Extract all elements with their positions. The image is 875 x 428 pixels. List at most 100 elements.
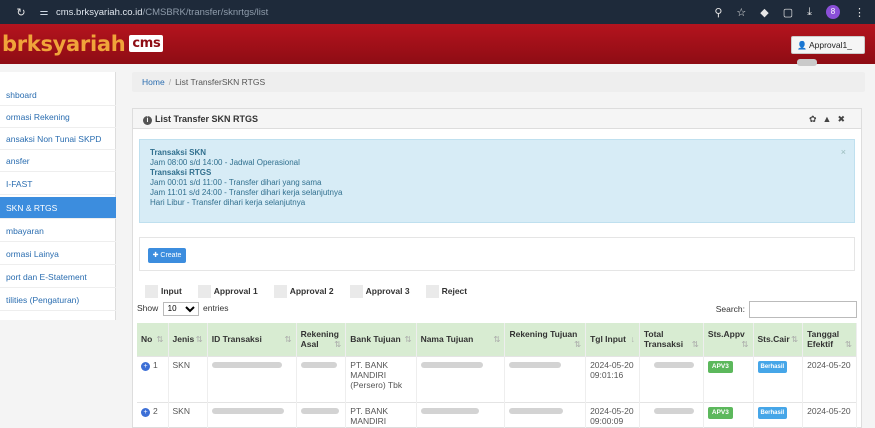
column-header-bank-tujuan[interactable]: Bank Tujuan ⇅ (345, 323, 417, 356)
sort-icon: ⇅ (195, 334, 203, 345)
alert-rtgs-title: Transaksi RTGS (150, 168, 212, 177)
cell-bank-tujuan: PT. BANK MANDIRI (Persero) Tbk (345, 401, 417, 428)
create-button[interactable]: ✚ Create (148, 248, 186, 263)
cell-rekening-tujuan (504, 401, 587, 428)
sidebar-item-dashboard[interactable]: shboard (0, 84, 116, 106)
cell-nama-tujuan (416, 401, 506, 428)
legend-label-approval-3: Approval 3 (365, 286, 410, 296)
status-badge-cair: Berhasil (757, 360, 788, 373)
show-label: Show (137, 303, 159, 313)
list-panel: i List Transfer SKN RTGS ✿▲✖ × Transaksi … (132, 108, 862, 428)
column-header-total-transaksi[interactable]: Total Transaksi ⇅ (639, 323, 704, 356)
sidebar-item-informasi-rekening[interactable]: ormasi Rekening (0, 106, 116, 128)
sort-icon: ⇅ (844, 339, 852, 350)
status-badge-appv: APV3 (707, 360, 733, 373)
cell-total-transaksi (639, 401, 704, 428)
address-bar[interactable]: cms.brksyariah.co.id/CMSBRK/transfer/skn… (56, 7, 268, 18)
alert-skn-line: Jam 08:00 s/d 14:00 - Jadwal Operasional (150, 158, 300, 167)
sort-icon: ⇅ (691, 339, 699, 350)
page-length-select[interactable]: 10 (162, 301, 199, 316)
extension-icon[interactable]: ◆ (760, 6, 768, 19)
menu-kebab-icon[interactable]: ⋮ (854, 6, 865, 19)
site-settings-icon[interactable]: ⚌ (36, 7, 52, 18)
expand-row-icon[interactable]: + (141, 407, 150, 417)
cell-jenis: SKN (168, 355, 208, 402)
brand-logo[interactable]: brksyariah cms (2, 32, 164, 56)
cell-rekening-asal (296, 355, 347, 402)
breadcrumb-home[interactable]: Home (142, 77, 165, 87)
info-alert: × Transaksi SKN Jam 08:00 s/d 14:00 - Ja… (139, 139, 855, 223)
browser-actions: ⚲ ☆ ◆ ▢ ⤓ 8 ⋮ (714, 0, 865, 24)
create-button-label: Create (160, 252, 182, 259)
create-toolbar: ✚ Create (139, 237, 855, 271)
user-icon: 👤 (797, 41, 807, 50)
sidebar-item-transaksi-non-tunai-skpd[interactable]: ansaksi Non Tunai SKPD (0, 128, 116, 150)
masked-value (211, 361, 282, 368)
legend-label-input: Input (161, 286, 182, 296)
sort-icon: ⇅ (741, 339, 749, 350)
entries-label: entries (203, 303, 229, 313)
sidebar-item-pembayaran[interactable]: mbayaran (0, 220, 116, 242)
cell-no: +2 (137, 401, 169, 428)
sort-desc-icon: ↓ (630, 334, 635, 345)
column-header-no[interactable]: No ⇅ (137, 323, 169, 356)
sidebar-item-utilities[interactable]: tilities (Pengaturan) (0, 289, 116, 311)
download-icon[interactable]: ⤓ (807, 6, 812, 19)
masked-value (509, 361, 562, 368)
browser-toolbar: ↻ ⚌ cms.brksyariah.co.id/CMSBRK/transfer… (0, 0, 875, 24)
column-header-tanggal-efektif[interactable]: Tanggal Efektif ⇅ (802, 323, 857, 356)
cell-jenis: SKN (168, 401, 208, 428)
reload-icon[interactable]: ↻ (12, 6, 30, 19)
column-header-nama-tujuan[interactable]: Nama Tujuan ⇅ (416, 323, 506, 356)
search-label: Search: (715, 304, 745, 314)
row-number: 2 (153, 405, 158, 416)
transfer-table: No ⇅ Jenis ⇅ ID Transaksi ⇅ Rekening Asa… (137, 323, 857, 428)
bookmark-star-icon[interactable]: ☆ (736, 6, 746, 19)
sidebar-item-report-e-statement[interactable]: port dan E-Statement (0, 266, 116, 288)
column-header-sts-appv[interactable]: Sts.Appv ⇅ (703, 323, 754, 356)
header-label: Sts.Cair (757, 334, 790, 345)
sidebar: shboard ormasi Rekening ansaksi Non Tuna… (0, 72, 116, 320)
sidebar-item-skn-rtgs[interactable]: SKN & RTGS (0, 197, 116, 219)
header-label: Rekening Tujuan (509, 329, 578, 340)
masked-username (797, 59, 817, 67)
sidebar-item-bi-fast[interactable]: I-FAST (0, 173, 116, 195)
sort-icon: ⇅ (791, 334, 799, 345)
header-label: Jenis (172, 334, 195, 345)
column-header-tgl-input[interactable]: Tgl Input ↓ (585, 323, 640, 356)
profile-avatar[interactable]: 8 (826, 5, 840, 19)
expand-row-icon[interactable]: + (141, 361, 150, 371)
column-header-rekening-tujuan[interactable]: Rekening Tujuan ⇅ (504, 323, 587, 356)
masked-value (509, 407, 564, 414)
search-input[interactable] (749, 301, 857, 319)
panel-close-icon[interactable]: ✖ (837, 114, 851, 124)
column-header-rekening-asal[interactable]: Rekening Asal ⇅ (296, 323, 347, 356)
info-icon: i (143, 116, 152, 125)
column-header-jenis[interactable]: Jenis ⇅ (168, 323, 208, 356)
column-header-sts-cair[interactable]: Sts.Cair ⇅ (753, 323, 804, 356)
breadcrumb-separator: / (168, 77, 172, 87)
row-number: 1 (153, 359, 158, 370)
header-label: Tgl Input (590, 334, 626, 345)
sidebar-item-informasi-lainya[interactable]: ormasi Lainya (0, 243, 116, 265)
header-label: ID Transaksi (211, 334, 262, 345)
table-header-row: No ⇅ Jenis ⇅ ID Transaksi ⇅ Rekening Asa… (137, 323, 857, 356)
cell-tgl-input: 2024-05-20 09:01:16 (585, 355, 640, 402)
legend-label-approval-2: Approval 2 (289, 286, 334, 296)
tab-icon[interactable]: ▢ (783, 6, 793, 19)
cell-total-transaksi (639, 355, 704, 402)
sort-icon: ⇅ (284, 334, 292, 345)
column-header-id-transaksi[interactable]: ID Transaksi ⇅ (207, 323, 297, 356)
sidebar-item-transfer[interactable]: ansfer (0, 150, 116, 172)
settings-gear-icon[interactable]: ✿ (809, 114, 823, 124)
alert-close-icon[interactable]: × (841, 147, 846, 157)
collapse-chevron-icon[interactable]: ▲ (823, 114, 838, 124)
zoom-icon[interactable]: ⚲ (714, 6, 722, 19)
user-menu-button[interactable]: 👤 Approval1_ (791, 36, 865, 67)
legend-label-approval-1: Approval 1 (213, 286, 258, 296)
page-length-control: Show 10 entries (137, 300, 229, 316)
masked-value (653, 361, 694, 368)
alert-rtgs-line-3: Hari Libur - Transfer dihari kerja selan… (150, 198, 306, 207)
cell-id-transaksi (207, 401, 297, 428)
status-legend: Input Approval 1 Approval 2 Approval 3 R… (135, 283, 467, 299)
